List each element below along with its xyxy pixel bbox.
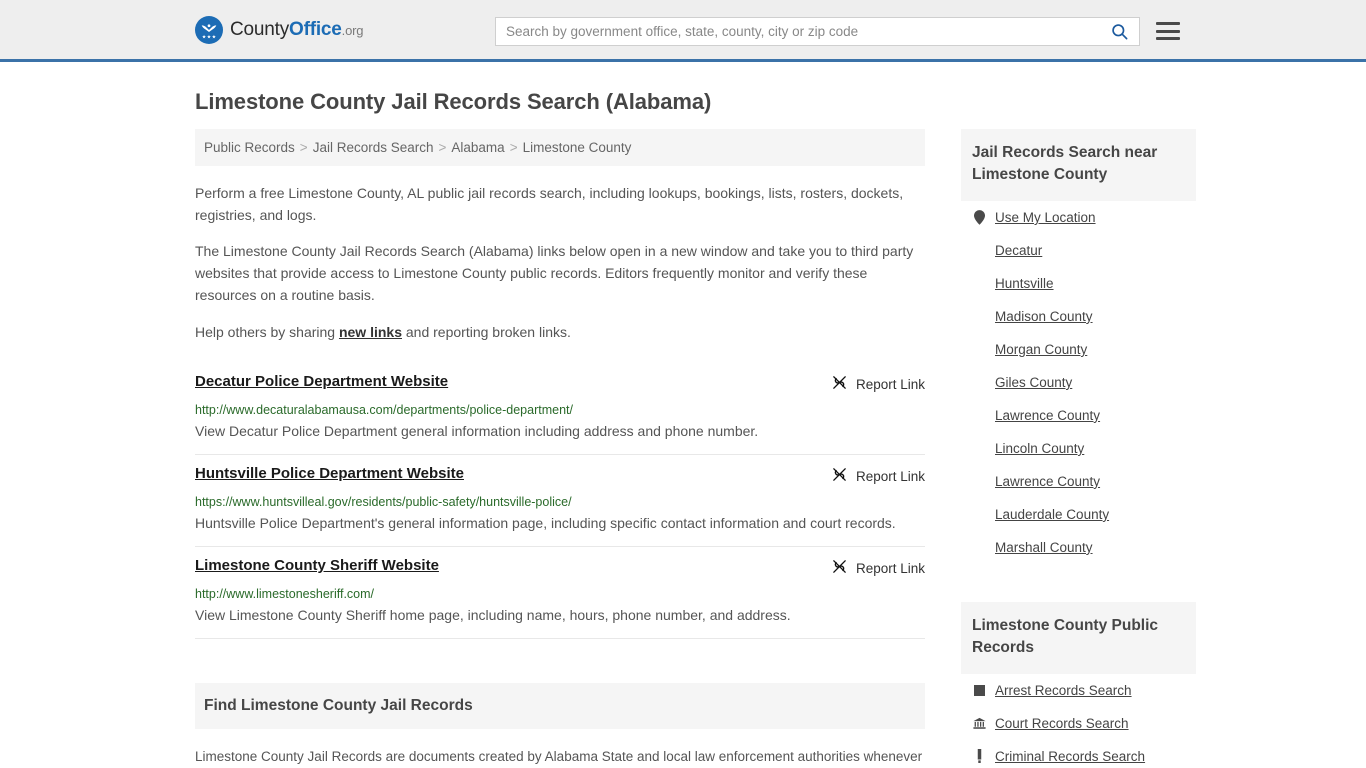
eagle-logo-icon bbox=[195, 15, 223, 44]
sidebar-item-giles-county[interactable]: Giles County bbox=[961, 366, 1196, 399]
intro-paragraph-3: Help others by sharing new links and rep… bbox=[195, 321, 925, 343]
breadcrumb-item-jail-records-search[interactable]: Jail Records Search bbox=[313, 140, 434, 155]
listing-item: Limestone County Sheriff Website Report … bbox=[195, 547, 925, 639]
sidebar-nearby-link[interactable]: Lawrence County bbox=[995, 474, 1100, 489]
sidebar-item-criminal-records-search[interactable]: Criminal Records Search bbox=[961, 740, 1196, 768]
sidebar-item-use-my-location[interactable]: Use My Location bbox=[961, 201, 1196, 234]
report-link-label: Report Link bbox=[855, 469, 925, 485]
sidebar-item-decatur[interactable]: Decatur bbox=[961, 234, 1196, 267]
main-content: Public Records > Jail Records Search > Alaba… bbox=[195, 129, 925, 768]
sidebar-item-huntsville[interactable]: Huntsville bbox=[961, 267, 1196, 300]
listing-url[interactable]: https://www.huntsvilleal.gov/residents/p… bbox=[195, 495, 925, 509]
find-records-header: Find Limestone County Jail Records bbox=[195, 682, 925, 729]
report-link-button[interactable]: Report Link bbox=[831, 557, 925, 580]
sidebar-item-lawrence-county-2[interactable]: Lawrence County bbox=[961, 465, 1196, 498]
find-records-heading: Find Limestone County Jail Records bbox=[204, 696, 473, 714]
site-header: CountyOffice.org bbox=[0, 0, 1366, 62]
sidebar-nearby-list: Use My Location Decatur Huntsville Madis… bbox=[961, 201, 1196, 564]
search-button[interactable] bbox=[1099, 18, 1139, 45]
menu-bar-3 bbox=[1156, 37, 1180, 40]
square-icon bbox=[972, 684, 986, 696]
broken-link-icon bbox=[831, 374, 848, 396]
map-pin-icon bbox=[972, 210, 986, 225]
hamburger-menu-icon[interactable] bbox=[1156, 20, 1180, 42]
sidebar-public-records-link[interactable]: Arrest Records Search bbox=[995, 683, 1132, 698]
listing-item: Huntsville Police Department Website Rep… bbox=[195, 455, 925, 547]
listing-description: Huntsville Police Department's general i… bbox=[195, 514, 896, 531]
breadcrumb-separator: > bbox=[438, 140, 447, 155]
site-logo-text: CountyOffice.org bbox=[230, 19, 363, 41]
search-bar bbox=[495, 17, 1140, 46]
courthouse-icon bbox=[972, 717, 986, 730]
sidebar-public-records-box: Limestone County Public Records Arrest R… bbox=[961, 601, 1196, 768]
sidebar-item-lincoln-county[interactable]: Lincoln County bbox=[961, 432, 1196, 465]
broken-link-icon bbox=[831, 558, 848, 580]
sidebar-item-lauderdale-county[interactable]: Lauderdale County bbox=[961, 498, 1196, 531]
sidebar-public-records-link[interactable]: Court Records Search bbox=[995, 716, 1129, 731]
listing-url[interactable]: http://www.limestonesheriff.com/ bbox=[195, 587, 925, 601]
sidebar-public-records-link[interactable]: Criminal Records Search bbox=[995, 749, 1145, 764]
listing-url[interactable]: http://www.decaturalabamausa.com/departm… bbox=[195, 403, 925, 417]
document-icon bbox=[972, 749, 986, 764]
sidebar-nearby-link[interactable]: Lauderdale County bbox=[995, 507, 1109, 522]
report-link-button[interactable]: Report Link bbox=[831, 373, 925, 396]
sidebar-nearby-box: Jail Records Search near Limestone Count… bbox=[961, 129, 1196, 564]
listing-item: Decatur Police Department Website Report… bbox=[195, 357, 925, 455]
sidebar-item-marshall-county[interactable]: Marshall County bbox=[961, 531, 1196, 564]
sidebar-public-records-heading: Limestone County Public Records bbox=[972, 616, 1159, 657]
listing-title-link[interactable]: Limestone County Sheriff Website bbox=[195, 557, 439, 574]
sidebar-nearby-link[interactable]: Lawrence County bbox=[995, 408, 1100, 423]
breadcrumb-item-public-records[interactable]: Public Records bbox=[204, 140, 295, 155]
broken-link-icon bbox=[831, 466, 848, 488]
find-records-body: Limestone County Jail Records are docume… bbox=[195, 748, 923, 764]
sidebar-nearby-link[interactable]: Huntsville bbox=[995, 276, 1054, 291]
sidebar-item-lawrence-county[interactable]: Lawrence County bbox=[961, 399, 1196, 432]
sidebar-public-records-list: Arrest Records Search Court Records Sear… bbox=[961, 674, 1196, 768]
page-container: Limestone County Jail Records Search (Al… bbox=[0, 89, 1366, 768]
listing-description: View Limestone County Sheriff home page,… bbox=[195, 606, 791, 623]
page-title: Limestone County Jail Records Search (Al… bbox=[195, 89, 712, 114]
sidebar-nearby-header: Jail Records Search near Limestone Count… bbox=[961, 129, 1196, 201]
report-link-label: Report Link bbox=[855, 377, 925, 393]
listing-title-link[interactable]: Decatur Police Department Website bbox=[195, 373, 448, 390]
sidebar-nearby-link[interactable]: Morgan County bbox=[995, 342, 1087, 357]
logo-text-org: .org bbox=[341, 22, 364, 38]
search-input[interactable] bbox=[496, 18, 1099, 45]
sidebar-nearby-link[interactable]: Madison County bbox=[995, 309, 1093, 324]
breadcrumb-item-limestone-county[interactable]: Limestone County bbox=[523, 140, 632, 155]
intro-paragraph-1: Perform a free Limestone County, AL publ… bbox=[195, 185, 904, 224]
new-links-link[interactable]: new links bbox=[339, 324, 402, 340]
listing-description: View Decatur Police Department general i… bbox=[195, 422, 759, 439]
menu-bar-2 bbox=[1156, 29, 1180, 33]
sidebar-item-morgan-county[interactable]: Morgan County bbox=[961, 333, 1196, 366]
sidebar: Jail Records Search near Limestone Count… bbox=[961, 129, 1196, 768]
share-text-after: and reporting broken links. bbox=[402, 323, 571, 340]
logo-text-office: Office bbox=[289, 18, 342, 40]
sidebar-nearby-link[interactable]: Giles County bbox=[995, 375, 1072, 390]
sidebar-item-court-records-search[interactable]: Court Records Search bbox=[961, 707, 1196, 740]
sidebar-item-madison-county[interactable]: Madison County bbox=[961, 300, 1196, 333]
sidebar-nearby-link[interactable]: Decatur bbox=[995, 243, 1042, 258]
logo-text-county: County bbox=[230, 18, 290, 40]
listing-title-link[interactable]: Huntsville Police Department Website bbox=[195, 465, 464, 482]
intro-paragraph-2: The Limestone County Jail Records Search… bbox=[195, 243, 914, 304]
report-link-label: Report Link bbox=[855, 561, 925, 577]
sidebar-nearby-heading: Jail Records Search near Limestone Count… bbox=[972, 144, 1158, 184]
sidebar-public-records-header: Limestone County Public Records bbox=[961, 601, 1196, 674]
sidebar-nearby-link[interactable]: Use My Location bbox=[995, 210, 1096, 225]
report-link-button[interactable]: Report Link bbox=[831, 465, 925, 488]
sidebar-item-arrest-records-search[interactable]: Arrest Records Search bbox=[961, 674, 1196, 707]
breadcrumb: Public Records > Jail Records Search > Alaba… bbox=[195, 129, 925, 166]
share-text-before: Help others by sharing bbox=[195, 323, 339, 340]
breadcrumb-item-alabama[interactable]: Alabama bbox=[451, 140, 504, 155]
menu-bar-1 bbox=[1156, 22, 1180, 25]
site-logo[interactable]: CountyOffice.org bbox=[195, 15, 363, 44]
breadcrumb-separator: > bbox=[509, 140, 518, 155]
sidebar-nearby-link[interactable]: Lincoln County bbox=[995, 441, 1084, 456]
sidebar-nearby-link[interactable]: Marshall County bbox=[995, 540, 1093, 555]
breadcrumb-separator: > bbox=[299, 140, 308, 155]
